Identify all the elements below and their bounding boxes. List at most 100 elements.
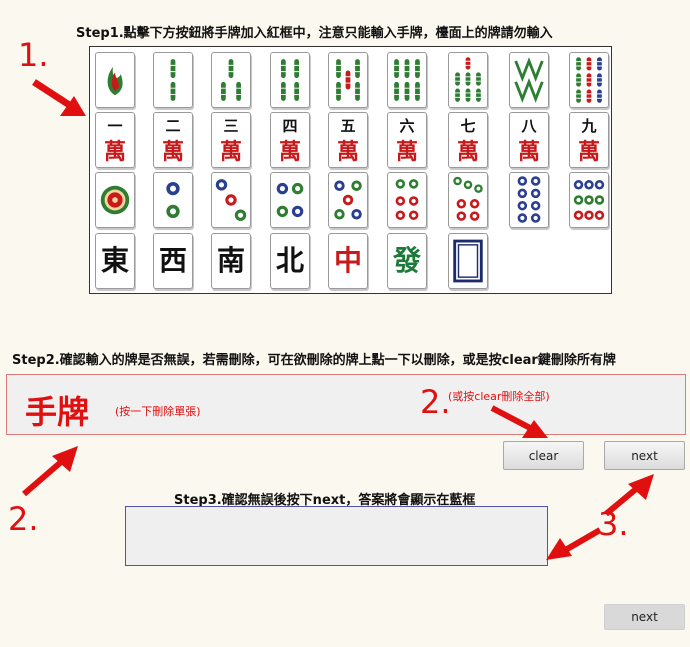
tile-dot-6[interactable]	[387, 172, 427, 228]
honor-char: 南	[216, 244, 245, 277]
wan-numeral: 八	[521, 117, 537, 135]
wan-char: 萬	[103, 139, 126, 165]
tile-wan-4[interactable]: 四萬	[270, 112, 310, 168]
bamboo-stick	[586, 73, 592, 87]
honor-char: 發	[392, 244, 421, 277]
tile-wan-1[interactable]: 一萬	[95, 112, 135, 168]
tile-dot-2[interactable]	[153, 172, 193, 228]
callout-2-clear-arrow	[490, 405, 548, 438]
tile-bamboo-2[interactable]	[153, 52, 193, 108]
dot-1-icon	[100, 185, 130, 215]
bamboo-stick	[280, 59, 286, 79]
bamboo-stick	[455, 88, 460, 102]
honor-char: 北	[275, 244, 304, 277]
bamboo-stick	[336, 81, 341, 101]
callout-2-clear-label: 2.	[420, 383, 451, 421]
bamboo-stick	[355, 81, 360, 101]
bamboo-stick	[280, 81, 286, 101]
dot-3-icon	[215, 179, 247, 221]
tile-bamboo-1[interactable]	[95, 52, 135, 108]
bamboo-stick	[597, 89, 602, 103]
tile-bamboo-6[interactable]	[387, 52, 427, 108]
tile-wan-5[interactable]: 五萬	[328, 112, 368, 168]
bamboo-stick	[355, 59, 360, 79]
dot-8-icon	[517, 176, 541, 223]
callout-2-hand-arrow	[22, 446, 78, 497]
tile-bamboo-4[interactable]	[270, 52, 310, 108]
bamboo-stick	[576, 57, 581, 71]
next-button[interactable]: next	[604, 441, 685, 470]
bamboo-4-icon	[280, 59, 300, 101]
tile-wan-3[interactable]: 三萬	[211, 112, 251, 168]
tile-dot-4[interactable]	[270, 172, 310, 228]
bamboo-stick	[476, 88, 481, 102]
tile-honor-south[interactable]: 南	[211, 233, 251, 289]
tile-wan-9[interactable]: 九萬	[569, 112, 609, 168]
bamboo-stick	[345, 70, 351, 90]
bamboo-5-icon	[335, 59, 361, 101]
tile-dot-3[interactable]	[211, 172, 251, 228]
bamboo-stick	[404, 81, 410, 101]
tile-bamboo-5[interactable]	[328, 52, 368, 108]
tile-wan-2[interactable]: 二萬	[153, 112, 193, 168]
next-button-bottom[interactable]: next	[604, 604, 685, 630]
bamboo-stick	[170, 81, 176, 101]
bamboo-stick	[294, 59, 300, 79]
bamboo-stick	[236, 81, 241, 101]
tile-honor-north[interactable]: 北	[270, 233, 310, 289]
callout-2-hand-label: 2.	[8, 500, 39, 538]
wan-char: 萬	[517, 139, 540, 165]
honor-char: 中	[333, 244, 362, 277]
bamboo-stick	[586, 89, 592, 103]
tile-honor-white-dragon[interactable]	[448, 233, 488, 289]
tile-honor-green-dragon[interactable]: 發	[387, 233, 427, 289]
bamboo-stick	[404, 59, 410, 79]
dot-2-icon	[166, 181, 180, 219]
bamboo-3-icon	[220, 59, 242, 101]
wan-char: 萬	[278, 139, 301, 165]
wan-char: 萬	[395, 139, 418, 165]
tile-bamboo-8[interactable]	[509, 52, 549, 108]
wan-char: 萬	[577, 139, 600, 165]
tile-honor-red-dragon[interactable]: 中	[328, 233, 368, 289]
dot-4-icon	[276, 182, 304, 218]
dot-6-icon	[395, 179, 419, 220]
tile-honor-east[interactable]: 東	[95, 233, 135, 289]
tile-dot-5[interactable]	[328, 172, 368, 228]
bamboo-2-icon	[170, 59, 176, 101]
bamboo-7-icon	[454, 57, 482, 102]
tile-dot-8[interactable]	[509, 172, 549, 228]
tile-dot-9[interactable]	[569, 172, 609, 228]
step2-instruction: Step2.確認輸入的牌是否無誤，若需刪除，可在欲刪除的牌上點一下以刪除，或是按…	[12, 353, 616, 368]
bamboo-stick	[170, 59, 176, 79]
bamboo-stick	[415, 59, 420, 79]
honor-char: 西	[158, 244, 187, 277]
tile-bamboo-7[interactable]	[448, 52, 488, 108]
wan-numeral: 二	[165, 117, 181, 135]
bamboo-stick	[476, 72, 481, 86]
callout-1-label: 1.	[18, 36, 49, 74]
bamboo-stick	[597, 73, 602, 87]
bamboo-stick	[415, 81, 420, 101]
wan-char: 萬	[219, 139, 242, 165]
wan-numeral: 一	[107, 117, 123, 135]
hand-delete-hint: (按一下刪除單張)	[115, 405, 201, 418]
wan-numeral: 七	[460, 117, 476, 135]
white-dragon-frame-icon	[453, 239, 483, 283]
wan-numeral: 三	[223, 117, 239, 135]
tile-honor-west[interactable]: 西	[153, 233, 193, 289]
answer-display-box	[125, 506, 548, 566]
clear-button[interactable]: clear	[503, 441, 584, 470]
hand-label: 手牌	[25, 393, 90, 431]
tile-wan-7[interactable]: 七萬	[448, 112, 488, 168]
tile-bamboo-3[interactable]	[211, 52, 251, 108]
tile-dot-7[interactable]	[448, 172, 488, 228]
wan-char: 萬	[161, 139, 184, 165]
tile-bamboo-9[interactable]	[569, 52, 609, 108]
bamboo-stick	[465, 57, 471, 70]
tile-wan-8[interactable]: 八萬	[509, 112, 549, 168]
tile-dot-1[interactable]	[95, 172, 135, 228]
tile-wan-6[interactable]: 六萬	[387, 112, 427, 168]
step1-instruction: Step1.點擊下方按鈕將手牌加入紅框中，注意只能輸入手牌，檯面上的牌請勿輸入	[76, 26, 553, 41]
hand-tiles-box[interactable]: 手牌 (按一下刪除單張) 2. (或按clear刪除全部)	[6, 374, 686, 435]
